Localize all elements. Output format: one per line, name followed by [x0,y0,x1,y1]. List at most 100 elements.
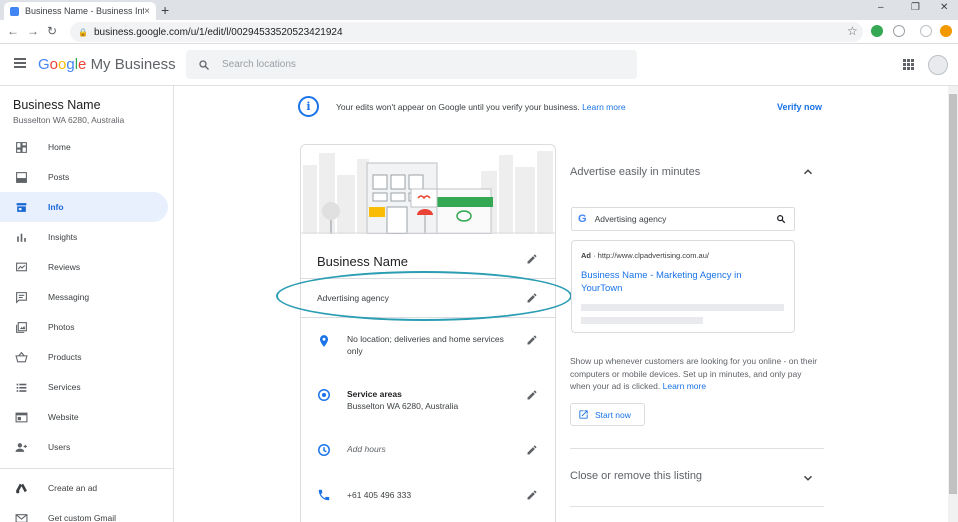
posts-icon [14,171,28,183]
sidebar: Business Name Busselton WA 6280, Austral… [0,86,174,522]
extension-icon[interactable] [920,25,932,37]
url-text: business.google.com/u/1/edit/l/002945335… [93,26,343,38]
chevron-up-icon[interactable] [800,165,816,179]
sidebar-item-posts[interactable]: Posts [0,162,168,192]
edit-category-pencil-icon[interactable] [526,292,538,304]
browser-toolbar: ← → ↻ 🔒 business.google.com/u/1/edit/l/0… [0,20,958,44]
minimize-icon[interactable]: – [878,2,884,13]
ad-placeholder-bar [581,317,703,324]
location-text: No location; deliveries and home service… [347,334,504,356]
sidebar-item-label: Home [48,142,71,152]
search-icon [777,215,786,224]
chevron-down-icon[interactable] [800,471,816,485]
sidebar-item-users[interactable]: Users [0,432,168,462]
gmail-icon [14,512,28,522]
banner-learn-more-link[interactable]: Learn more [582,102,625,112]
search-icon [199,59,209,70]
ad-url: · http://www.clpadvertising.com.au/ [593,251,709,260]
shield-extension-icon[interactable] [893,25,905,37]
category-row[interactable]: Advertising agency [301,278,555,318]
grammarly-extension-icon[interactable] [871,25,883,37]
sidebar-item-create-ad[interactable]: Create an ad [0,473,168,503]
google-g-icon: G [578,213,587,225]
sidebar-item-products[interactable]: Products [0,342,168,372]
close-window-icon[interactable]: ✕ [940,2,948,13]
ad-label: Ad [581,251,591,260]
sidebar-item-label: Get custom Gmail [48,513,117,522]
sidebar-item-website[interactable]: Website [0,402,168,432]
sidebar-item-label: Create an ad [48,483,98,493]
sidebar-item-home[interactable]: Home [0,132,168,162]
ad-preview-query: Advertising agency [594,214,667,224]
apps-grid-icon[interactable] [903,59,914,70]
favicon-icon [10,6,19,16]
search-locations-box[interactable] [186,50,637,79]
close-listing-title[interactable]: Close or remove this listing [570,470,702,482]
address-bar[interactable]: 🔒 business.google.com/u/1/edit/l/0029453… [70,22,863,42]
storefront-icon [14,201,28,213]
sidebar-item-label: Users [48,442,71,452]
new-tab-button[interactable]: + [161,2,169,18]
edit-name-pencil-icon[interactable] [526,253,538,265]
service-area-icon [318,389,330,401]
browser-tab[interactable]: Business Name - Business Info × [4,2,156,20]
ad-placeholder-bar [581,304,784,311]
bookmark-star-icon[interactable]: ☆ [847,24,858,38]
page-scrollbar[interactable] [948,86,958,522]
search-input[interactable] [222,59,602,70]
account-avatar[interactable] [928,55,948,75]
tab-title: Business Name - Business Info [25,6,145,16]
start-now-button[interactable]: Start now [570,403,645,426]
verify-now-button[interactable]: Verify now [777,102,822,112]
service-areas-text: Busselton WA 6280, Australia [347,401,459,411]
rate-review-icon [14,261,28,273]
sidebar-item-messaging[interactable]: Messaging [0,282,168,312]
sidebar-item-photos[interactable]: Photos [0,312,168,342]
sidebar-item-label: Reviews [48,262,81,272]
sidebar-item-label: Photos [48,322,75,332]
add-hours-block[interactable]: Add hours [347,443,517,455]
section-divider [570,448,824,449]
section-divider [570,506,824,507]
edit-hours-pencil-icon[interactable] [526,444,538,456]
start-now-label: Start now [595,409,631,420]
sidebar-item-info[interactable]: Info [0,192,168,222]
edit-phone-pencil-icon[interactable] [526,489,538,501]
forward-icon[interactable]: → [27,24,39,38]
sidebar-item-label: Products [48,352,82,362]
scrollbar-thumb[interactable] [949,94,957,494]
sidebar-item-insights[interactable]: Insights [0,222,168,252]
sidebar-item-reviews[interactable]: Reviews [0,252,168,282]
sidebar-item-gmail[interactable]: Get custom Gmail [0,503,168,522]
verification-banner: i Your edits won't appear on Google unti… [174,86,958,128]
basket-icon [14,351,28,363]
list-icon [14,381,28,393]
lock-icon: 🔒 [78,27,88,37]
ad-url-line: Ad · http://www.clpadvertising.com.au/ [581,251,709,260]
web-icon [14,411,28,423]
open-in-new-icon [579,410,588,419]
edit-service-areas-pencil-icon[interactable] [526,389,538,401]
main-menu-icon[interactable] [14,58,26,68]
banner-message: Your edits won't appear on Google until … [336,102,626,112]
sidebar-item-label: Website [48,412,79,422]
update-alert-icon[interactable] [940,25,952,37]
advertise-title: Advertise easily in minutes [570,166,701,178]
advertise-learn-more-link[interactable]: Learn more [663,381,706,391]
edit-location-pencil-icon[interactable] [526,334,538,346]
message-icon [14,291,28,304]
ad-preview-search-box: G Advertising agency [571,207,795,231]
sidebar-business-name: Business Name [13,98,101,112]
google-my-business-logo[interactable]: Google My Business [38,56,176,73]
photo-library-icon [14,321,28,333]
sidebar-item-services[interactable]: Services [0,372,168,402]
tab-close-icon[interactable]: × [144,6,150,17]
sidebar-business-address: Busselton WA 6280, Australia [13,115,125,125]
category-text: Advertising agency [317,293,389,303]
reload-icon[interactable]: ↻ [47,24,57,38]
maximize-icon[interactable]: ❐ [911,2,920,13]
sidebar-item-label: Services [48,382,81,392]
location-pin-icon [319,335,329,347]
info-icon: i [298,96,319,117]
back-icon[interactable]: ← [7,24,19,38]
